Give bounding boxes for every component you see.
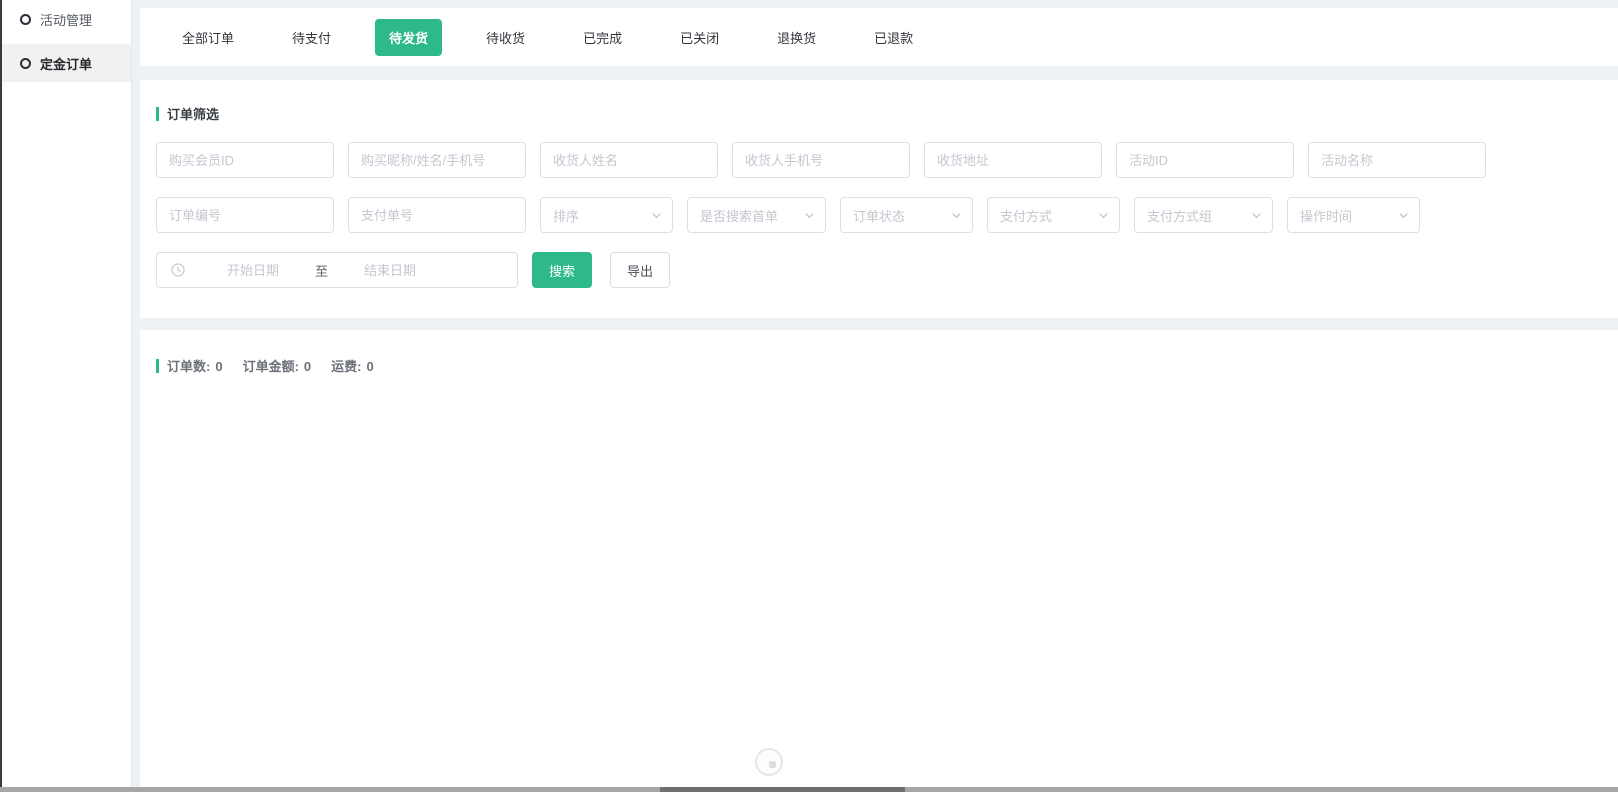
first-order-search-select[interactable]: 是否搜索首单: [687, 197, 826, 233]
start-date-input[interactable]: [193, 263, 313, 278]
collapsed-menu-strip: [0, 0, 2, 792]
tab-return-exchange[interactable]: 退换货: [763, 19, 830, 56]
order-filter-panel: 订单筛选 排序 是否搜索首单 订单状态: [140, 80, 1618, 318]
buyer-nickname-name-phone-input[interactable]: [348, 142, 526, 178]
filter-row-1: [156, 142, 1602, 178]
activity-id-input[interactable]: [1116, 142, 1294, 178]
tab-pending-payment[interactable]: 待支付: [278, 19, 345, 56]
order-summary-bar: 订单数:0 订单金额:0 运费:0: [156, 356, 1602, 375]
order-status-select[interactable]: 订单状态: [840, 197, 973, 233]
search-button[interactable]: 搜索: [532, 252, 592, 288]
payment-method-group-select[interactable]: 支付方式组: [1134, 197, 1273, 233]
tab-closed[interactable]: 已关闭: [666, 19, 733, 56]
consignee-phone-input[interactable]: [732, 142, 910, 178]
sidebar: 活动管理 定金订单: [2, 0, 132, 792]
order-status-tabs: 全部订单 待支付 待发货 待收货 已完成 已关闭 退换货 已退款: [140, 8, 1618, 66]
order-number-input[interactable]: [156, 197, 334, 233]
tab-pending-receipt[interactable]: 待收货: [472, 19, 539, 56]
chevron-down-icon: [1398, 210, 1409, 221]
order-results-panel: 订单数:0 订单金额:0 运费:0: [140, 330, 1618, 792]
accent-bar: [156, 107, 159, 121]
chevron-down-icon: [951, 210, 962, 221]
chevron-down-icon: [1251, 210, 1262, 221]
payment-number-input[interactable]: [348, 197, 526, 233]
order-admin-page: 活动管理 定金订单 全部订单 待支付 待发货 待收货 已完成 已关闭 退换货 已…: [0, 0, 1618, 792]
clock-icon: [171, 263, 185, 277]
order-count: 订单数:0: [167, 356, 223, 375]
filter-section-title: 订单筛选: [156, 104, 1602, 123]
filter-title-text: 订单筛选: [167, 104, 219, 123]
payment-method-select[interactable]: 支付方式: [987, 197, 1120, 233]
horizontal-scrollbar[interactable]: [0, 787, 1618, 792]
sort-select[interactable]: 排序: [540, 197, 673, 233]
chevron-down-icon: [1098, 210, 1109, 221]
buyer-member-id-input[interactable]: [156, 142, 334, 178]
sidebar-item-activity-management[interactable]: 活动管理: [2, 0, 131, 38]
scrollbar-thumb[interactable]: [660, 787, 905, 792]
export-button[interactable]: 导出: [610, 252, 670, 288]
sidebar-item-label: 活动管理: [40, 10, 92, 29]
circle-bullet-icon: [20, 14, 31, 25]
freight-total: 运费:0: [331, 356, 374, 375]
filter-row-3: 至 搜索 导出: [156, 252, 1602, 288]
loading-spinner-icon: [755, 748, 783, 776]
accent-bar: [156, 359, 159, 373]
end-date-input[interactable]: [330, 263, 450, 278]
activity-name-input[interactable]: [1308, 142, 1486, 178]
tab-pending-shipment[interactable]: 待发货: [375, 19, 442, 56]
chevron-down-icon: [804, 210, 815, 221]
operation-time-select[interactable]: 操作时间: [1287, 197, 1420, 233]
date-range-picker[interactable]: 至: [156, 252, 518, 288]
shipping-address-input[interactable]: [924, 142, 1102, 178]
tab-all-orders[interactable]: 全部订单: [168, 19, 248, 56]
date-range-separator: 至: [313, 261, 330, 280]
order-amount: 订单金额:0: [243, 356, 312, 375]
chevron-down-icon: [651, 210, 662, 221]
tab-refunded[interactable]: 已退款: [860, 19, 927, 56]
circle-bullet-icon: [20, 58, 31, 69]
consignee-name-input[interactable]: [540, 142, 718, 178]
sidebar-item-deposit-orders[interactable]: 定金订单: [2, 44, 131, 82]
sidebar-item-label: 定金订单: [40, 54, 92, 73]
filter-row-2: 排序 是否搜索首单 订单状态 支付方式 支付方式组 操作时间: [156, 197, 1602, 233]
tab-completed[interactable]: 已完成: [569, 19, 636, 56]
